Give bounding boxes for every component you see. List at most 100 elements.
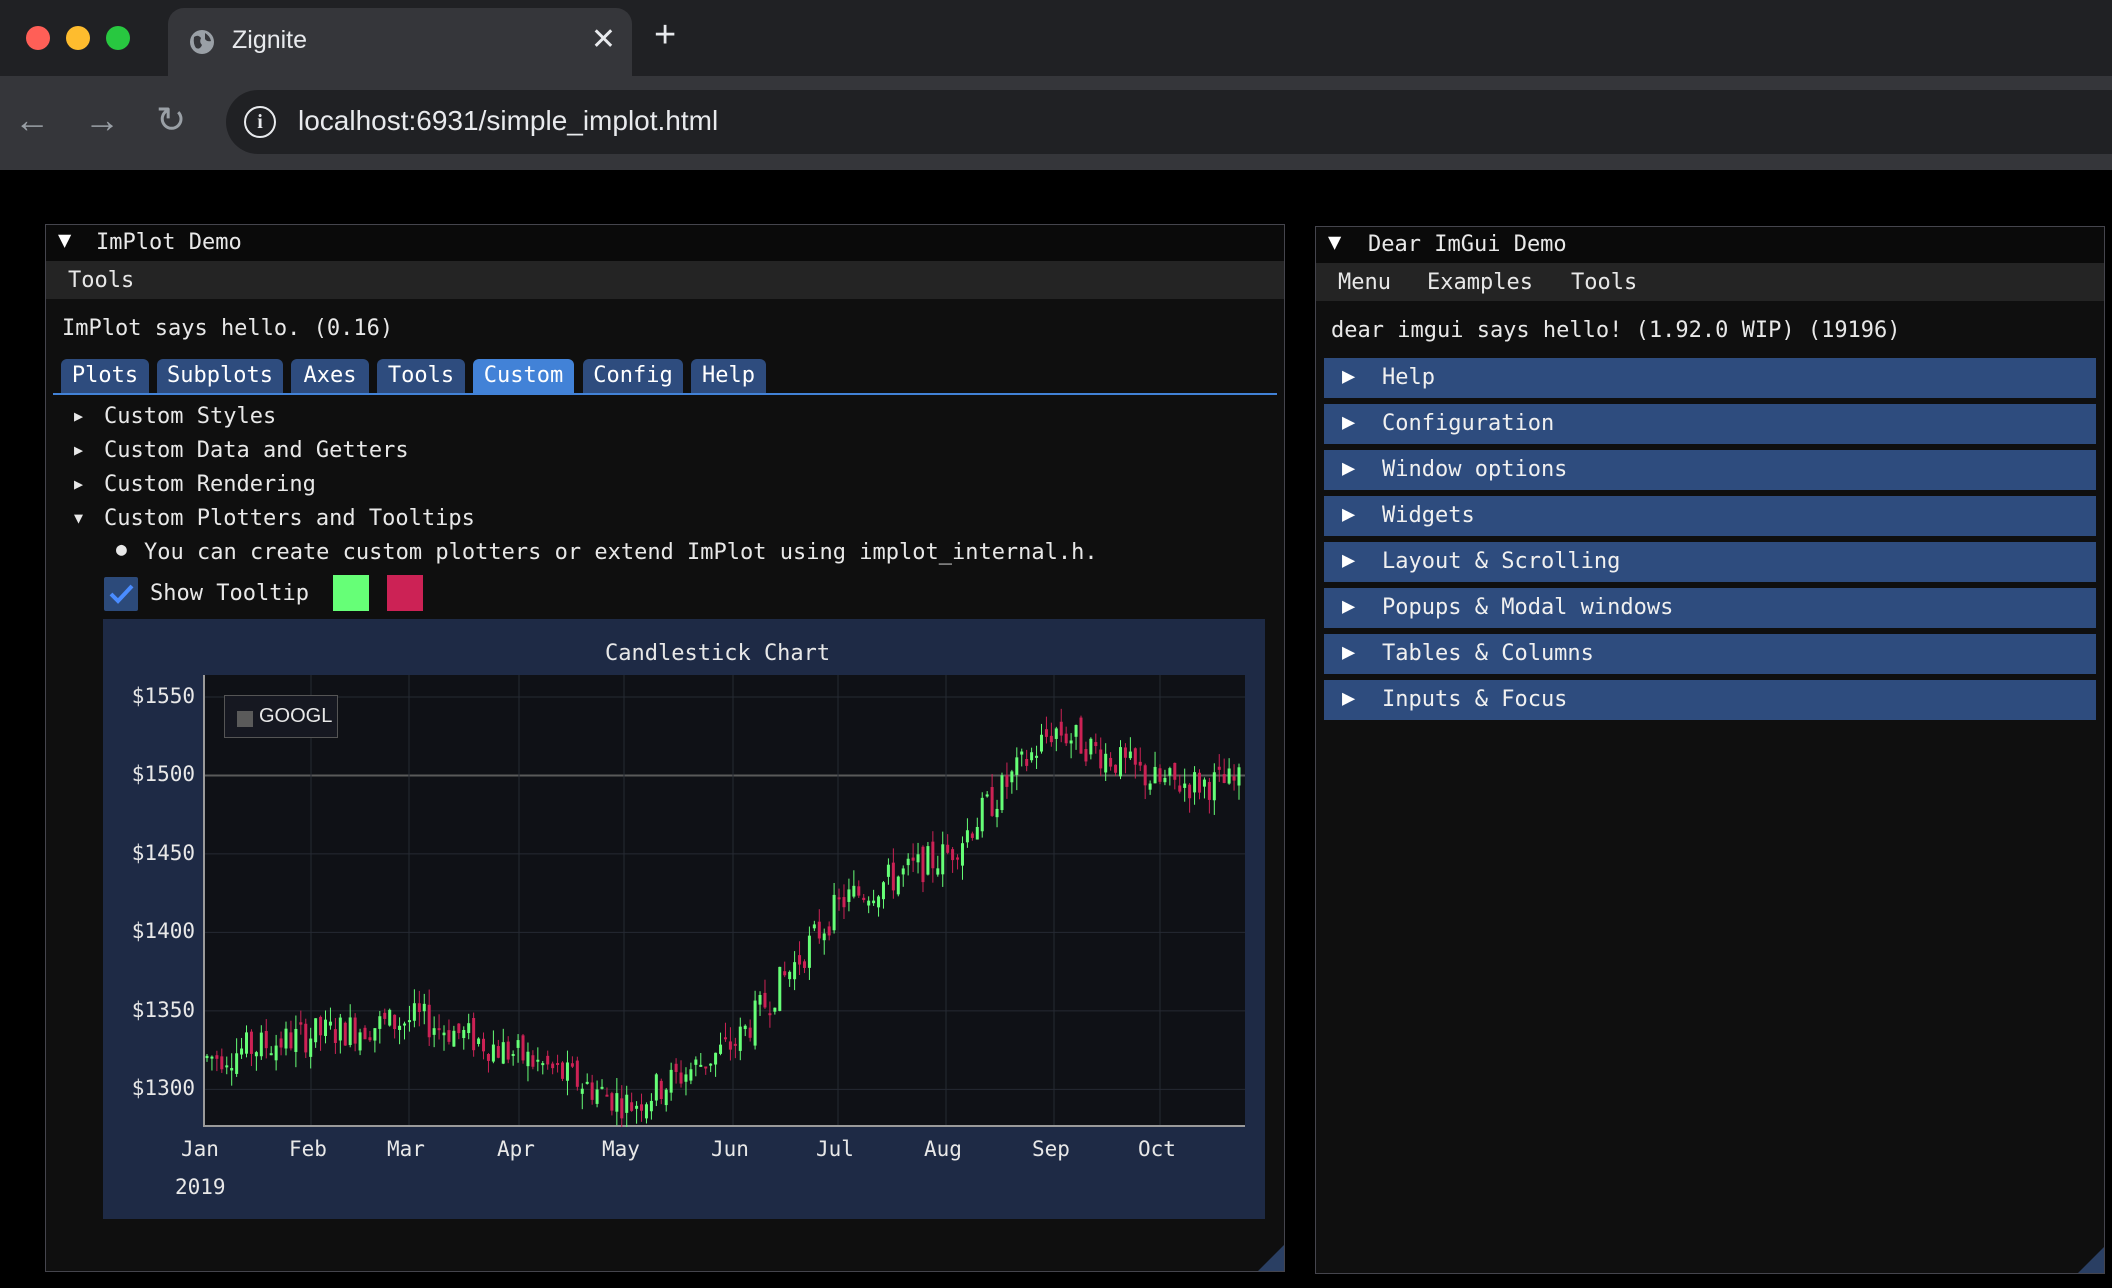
candle-body[interactable]	[398, 1025, 402, 1030]
candle-body[interactable]	[442, 1032, 446, 1036]
candle-body[interactable]	[353, 1017, 357, 1044]
candle-body[interactable]	[975, 826, 979, 840]
candle-body[interactable]	[812, 924, 816, 929]
candle-body[interactable]	[1005, 775, 1009, 787]
candle-body[interactable]	[462, 1029, 466, 1039]
candle-body[interactable]	[412, 1003, 416, 1021]
candle-body[interactable]	[551, 1063, 555, 1069]
candle-body[interactable]	[1118, 747, 1122, 777]
candle-body[interactable]	[689, 1069, 693, 1081]
candle-body[interactable]	[723, 1037, 727, 1040]
resize-grip-icon[interactable]	[1258, 1245, 1284, 1271]
menu-tools[interactable]: Tools	[68, 268, 134, 293]
close-tab-icon[interactable]: ✕	[591, 22, 616, 57]
candle-body[interactable]	[1178, 785, 1182, 792]
tree-arrow-right-icon[interactable]: ▶	[74, 475, 83, 493]
candle-body[interactable]	[259, 1032, 263, 1057]
candle-body[interactable]	[274, 1045, 278, 1061]
candle-body[interactable]	[333, 1029, 337, 1043]
candle-body[interactable]	[1153, 766, 1157, 784]
candle-body[interactable]	[649, 1100, 653, 1112]
candle-body[interactable]	[684, 1074, 688, 1082]
candle-body[interactable]	[467, 1023, 471, 1034]
candle-body[interactable]	[827, 926, 831, 936]
candle-body[interactable]	[644, 1104, 648, 1119]
candle-body[interactable]	[704, 1066, 708, 1069]
candle-body[interactable]	[284, 1028, 288, 1049]
candle-body[interactable]	[319, 1016, 323, 1036]
candle-body[interactable]	[1084, 749, 1088, 762]
candle-body[interactable]	[798, 955, 802, 965]
candle-body[interactable]	[383, 1012, 387, 1019]
candle-body[interactable]	[709, 1063, 713, 1066]
candle-body[interactable]	[590, 1082, 594, 1100]
candle-body[interactable]	[1104, 753, 1108, 773]
candle-body[interactable]	[324, 1019, 328, 1036]
candle-body[interactable]	[985, 794, 989, 797]
window-title-bar[interactable]: ▼ ImPlot Demo	[46, 225, 1284, 261]
candle-body[interactable]	[1114, 764, 1118, 773]
candle-body[interactable]	[694, 1059, 698, 1065]
candle-body[interactable]	[1094, 742, 1098, 747]
candle-body[interactable]	[867, 900, 871, 906]
candle-body[interactable]	[1074, 725, 1078, 737]
candle-body[interactable]	[482, 1038, 486, 1052]
tree-arrow-right-icon[interactable]: ▶	[74, 441, 83, 459]
candle-body[interactable]	[862, 897, 866, 900]
candle-body[interactable]	[941, 844, 945, 875]
candle-body[interactable]	[1044, 729, 1048, 737]
candle-body[interactable]	[788, 971, 792, 980]
candle-body[interactable]	[254, 1052, 258, 1057]
candle-body[interactable]	[1123, 747, 1127, 758]
tree-node-custom-plotters[interactable]: Custom Plotters and Tooltips	[104, 506, 475, 531]
candle-body[interactable]	[951, 849, 955, 861]
tab-plots[interactable]: Plots	[61, 359, 149, 393]
candle-body[interactable]	[802, 961, 806, 968]
forward-button[interactable]: →	[84, 102, 120, 138]
candle-body[interactable]	[773, 1007, 777, 1012]
candle-body[interactable]	[1173, 762, 1177, 780]
candle-body[interactable]	[822, 933, 826, 941]
candle-body[interactable]	[1158, 768, 1162, 782]
candle-body[interactable]	[896, 876, 900, 895]
bull-color-swatch[interactable]	[333, 575, 369, 611]
candle-body[interactable]	[210, 1056, 214, 1059]
candle-body[interactable]	[714, 1052, 718, 1065]
candle-body[interactable]	[427, 1004, 431, 1038]
tab-tools[interactable]: Tools	[377, 359, 465, 393]
new-tab-button[interactable]: +	[654, 14, 676, 57]
header-configuration[interactable]: ▶ Configuration	[1324, 404, 2096, 444]
candle-body[interactable]	[640, 1104, 644, 1111]
header-inputs-focus[interactable]: ▶ Inputs & Focus	[1324, 680, 2096, 720]
tab-subplots[interactable]: Subplots	[157, 359, 283, 393]
candle-body[interactable]	[304, 1023, 308, 1053]
candle-body[interactable]	[457, 1023, 461, 1034]
candle-body[interactable]	[946, 844, 950, 853]
candle-body[interactable]	[881, 882, 885, 900]
candle-body[interactable]	[852, 885, 856, 897]
candle-body[interactable]	[778, 966, 782, 1011]
candle-body[interactable]	[556, 1063, 560, 1066]
candle-body[interactable]	[965, 830, 969, 843]
candle-body[interactable]	[995, 808, 999, 818]
candle-body[interactable]	[299, 1022, 303, 1025]
candle-body[interactable]	[620, 1098, 624, 1119]
candle-body[interactable]	[1138, 761, 1142, 766]
candle-body[interactable]	[536, 1059, 540, 1062]
site-info-icon[interactable]: i	[244, 106, 276, 138]
candle-body[interactable]	[857, 886, 861, 896]
candle-body[interactable]	[931, 841, 935, 869]
resize-grip-icon[interactable]	[2078, 1247, 2104, 1273]
close-window-button[interactable]	[26, 26, 50, 50]
candle-body[interactable]	[659, 1080, 663, 1100]
candle-body[interactable]	[763, 992, 767, 1008]
candle-body[interactable]	[506, 1041, 510, 1060]
candle-body[interactable]	[1035, 755, 1039, 758]
candle-body[interactable]	[328, 1021, 332, 1026]
candle-body[interactable]	[561, 1062, 565, 1079]
candle-body[interactable]	[205, 1055, 209, 1059]
candle-body[interactable]	[877, 896, 881, 908]
candle-body[interactable]	[635, 1105, 639, 1109]
candle-body[interactable]	[669, 1069, 673, 1093]
browser-tab[interactable]: Zignite ✕	[168, 8, 632, 76]
